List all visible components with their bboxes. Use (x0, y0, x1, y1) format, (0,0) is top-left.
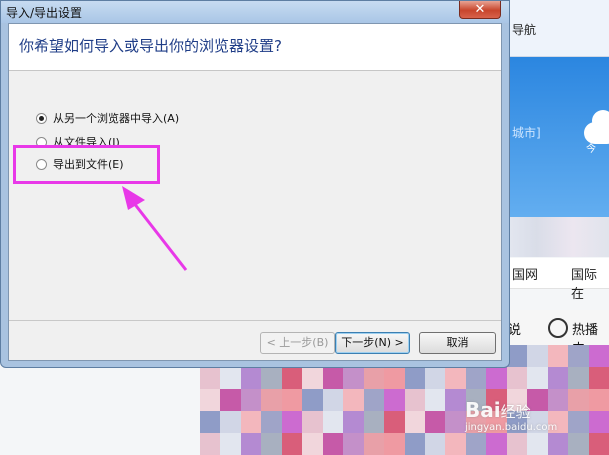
annotation-arrow (122, 186, 188, 271)
